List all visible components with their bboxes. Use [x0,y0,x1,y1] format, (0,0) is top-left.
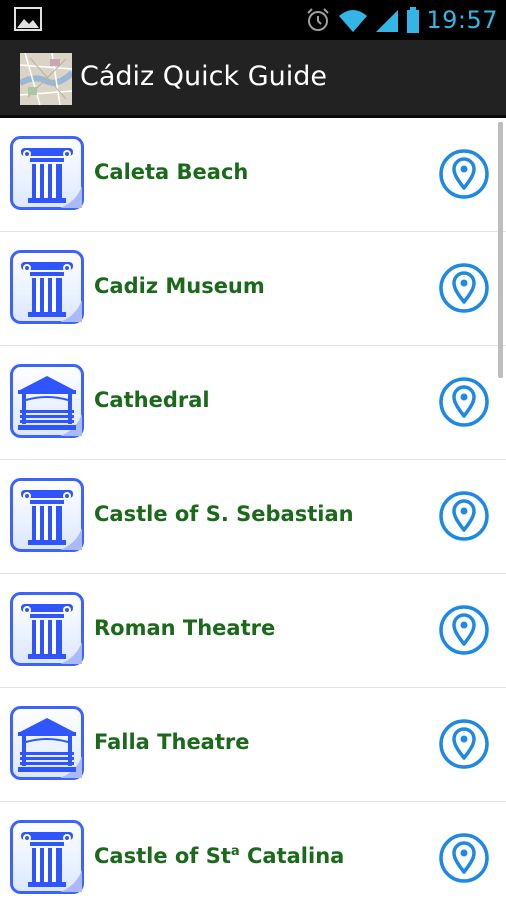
status-icons: 19:57 [304,4,498,36]
alarm-icon [307,8,330,31]
list-item-falla-theatre[interactable]: Falla Theatre [0,688,506,802]
place-label-main: Castle of St [94,844,231,868]
status-bar: 19:57 [0,0,506,40]
place-label: Castle of S. Sebastian [94,502,354,526]
image-notification-icon [14,7,42,31]
list-item-cathedral[interactable]: Cathedral [0,346,506,460]
pavilion-icon [10,364,84,438]
map-pin-icon[interactable] [438,490,490,542]
signal-icon [376,10,399,32]
list-item-cadiz-museum[interactable]: Cadiz Museum [0,232,506,346]
map-pin-icon[interactable] [438,832,490,884]
list-item-roman-theatre[interactable]: Roman Theatre [0,574,506,688]
place-label: Falla Theatre [94,730,250,754]
pavilion-icon [10,706,84,780]
status-time: 19:57 [426,6,498,34]
app-title: Cádiz Quick Guide [80,61,328,92]
column-icon [10,136,84,210]
column-icon [10,250,84,324]
place-label-superscript: a [230,844,240,859]
list-item-castle-san-sebastian[interactable]: Castle of S. Sebastian [0,460,506,574]
column-icon [10,478,84,552]
action-bar: Cádiz Quick Guide [0,40,506,118]
column-icon [10,820,84,894]
place-label: Cathedral [94,388,210,412]
place-label: Cadiz Museum [94,274,265,298]
place-label-rest: Catalina [239,844,345,868]
place-label: Caleta Beach [94,160,249,184]
column-icon [10,592,84,666]
list-item-castle-santa-catalina[interactable]: Castle of Sta Catalina [0,802,506,900]
map-pin-icon[interactable] [438,376,490,428]
map-thumbnail-icon[interactable] [20,53,72,105]
places-list[interactable]: Caleta Beach Cadiz Museum Cathedral Cast… [0,118,506,900]
scrollbar[interactable] [498,122,503,378]
wifi-icon [339,10,368,32]
map-pin-icon[interactable] [438,262,490,314]
map-pin-icon[interactable] [438,604,490,656]
place-label: Roman Theatre [94,616,276,640]
place-label: Castle of Sta Catalina [94,844,344,868]
list-item-caleta-beach[interactable]: Caleta Beach [0,118,506,232]
map-pin-icon[interactable] [438,148,490,200]
map-pin-icon[interactable] [438,718,490,770]
battery-icon [407,7,420,33]
